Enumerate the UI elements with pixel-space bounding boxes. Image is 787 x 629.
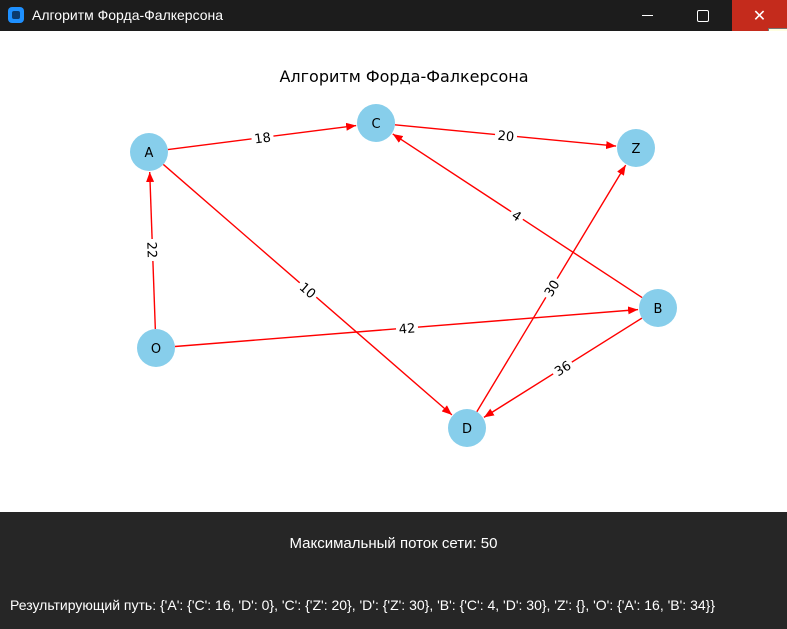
nodes-layer: A C Z O B D	[130, 104, 677, 447]
edge-label-O-A: 22	[143, 238, 161, 262]
edge-label-B-D: 36	[548, 355, 577, 381]
app-icon	[8, 7, 24, 23]
edge-label-O-B: 42	[395, 319, 419, 338]
svg-text:20: 20	[497, 129, 515, 146]
graph-canvas: Алгоритм Форда-Фалкерсона 18 20 4 22 10 30 42 3…	[0, 31, 787, 512]
title-bar: Алгоритм Форда-Фалкерсона ✕	[0, 0, 787, 31]
edge-label-A-C: 18	[250, 128, 275, 147]
close-button[interactable]: ✕	[732, 0, 787, 31]
max-flow-label: Максимальный поток сети: 50	[289, 535, 498, 552]
graph-title: Алгоритм Форда-Фалкерсона	[279, 67, 528, 86]
maximize-button[interactable]	[675, 0, 730, 31]
node-label-Z: Z	[632, 142, 641, 157]
svg-text:22: 22	[143, 242, 159, 259]
edge-label-C-Z: 20	[494, 126, 518, 145]
node-label-O: O	[151, 342, 161, 357]
graph-svg: Алгоритм Форда-Фалкерсона 18 2042210 30423…	[130, 67, 677, 447]
svg-text:42: 42	[398, 321, 416, 337]
edges-layer: 18 2042210 304236	[143, 122, 643, 418]
svg-text:18: 18	[254, 130, 272, 147]
edge-label-B-C: 4	[506, 204, 528, 227]
result-path-label: Результирующий путь: {'A': {'C': 16, 'D'…	[10, 597, 716, 613]
node-label-B: B	[654, 302, 663, 317]
minimize-icon	[642, 15, 653, 16]
results-panel: Максимальный поток сети: 50 Результирующ…	[0, 512, 787, 629]
node-label-C: C	[371, 117, 380, 132]
node-label-A: A	[145, 146, 154, 161]
close-icon: ✕	[752, 7, 767, 25]
minimize-button[interactable]	[620, 0, 675, 31]
node-label-D: D	[462, 422, 472, 437]
edge-label-D-Z: 30	[538, 274, 565, 302]
window-title: Алгоритм Форда-Фалкерсона	[32, 7, 224, 23]
maximize-icon	[696, 9, 709, 22]
